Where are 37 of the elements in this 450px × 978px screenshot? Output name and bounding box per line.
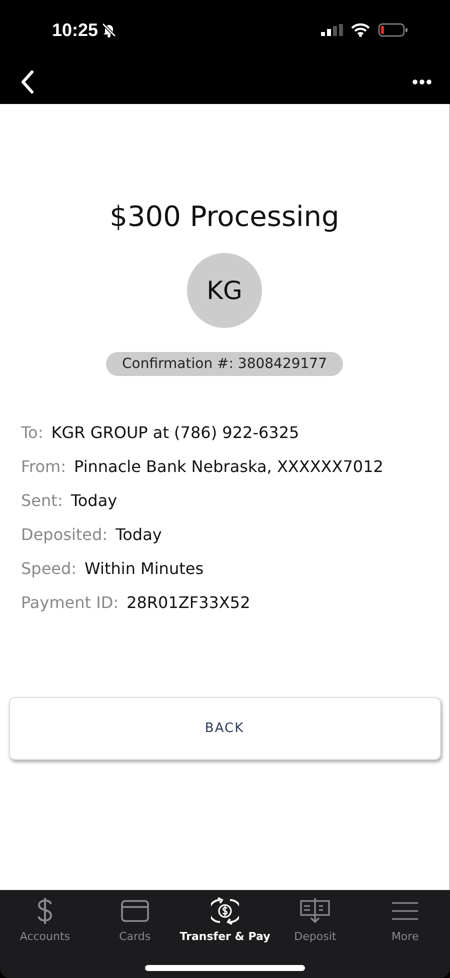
- tab-label: Cards: [119, 930, 151, 943]
- more-options-icon[interactable]: [412, 79, 432, 85]
- payment-status-title: $300 Processing: [110, 200, 340, 233]
- dollar-icon: [36, 897, 54, 925]
- status-time: 10:25: [52, 20, 98, 40]
- tab-label: Transfer & Pay: [180, 930, 270, 943]
- battery-icon: [378, 23, 408, 37]
- check-deposit-icon: [300, 898, 330, 924]
- detail-value: KGR GROUP at (786) 922-6325: [51, 422, 300, 443]
- card-icon: [120, 900, 149, 922]
- detail-label: Sent:: [21, 490, 63, 511]
- detail-value: Within Minutes: [84, 558, 204, 579]
- detail-label: To:: [21, 422, 44, 443]
- transfer-icon: [211, 897, 240, 925]
- confirmation-number: Confirmation #: 3808429177: [106, 352, 343, 376]
- detail-label: Payment ID:: [21, 592, 119, 613]
- detail-label: Deposited:: [21, 524, 108, 545]
- detail-value: Today: [116, 524, 162, 545]
- back-button[interactable]: BACK: [8, 697, 440, 760]
- tab-bar-item[interactable]: Cards: [90, 896, 180, 943]
- detail-value: Today: [70, 490, 118, 511]
- detail-value: 28R01ZF33X52: [126, 592, 250, 613]
- tab-label: Deposit: [294, 930, 336, 943]
- tab-bar-item[interactable]: Transfer & Pay: [180, 896, 270, 943]
- detail-value: Pinnacle Bank Nebraska, XXXXXX7012: [74, 456, 384, 477]
- tab-bar-item[interactable]: Accounts: [0, 896, 90, 943]
- tab-bar-item[interactable]: More: [360, 896, 450, 943]
- back-icon[interactable]: [20, 70, 34, 94]
- tab-label: More: [391, 930, 419, 943]
- avatar-initials: KG: [187, 253, 262, 328]
- tab-bar-item[interactable]: Deposit: [270, 896, 360, 943]
- detail-label: From:: [21, 456, 66, 477]
- detail-label: Speed:: [21, 558, 77, 579]
- menu-icon: [392, 902, 418, 920]
- signal-icon: [321, 24, 343, 36]
- wifi-icon: [351, 23, 370, 37]
- tab-label: Accounts: [20, 930, 70, 943]
